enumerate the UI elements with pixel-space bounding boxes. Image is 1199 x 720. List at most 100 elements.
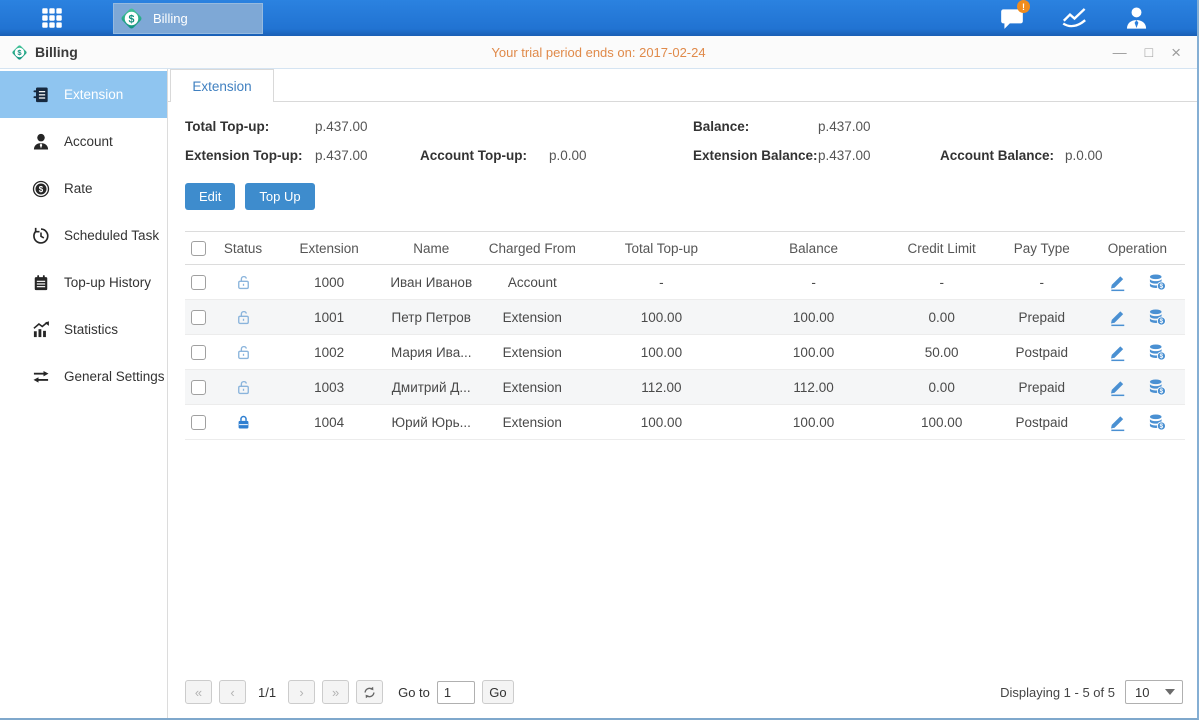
extension-balance-label: Extension Balance:: [693, 148, 818, 163]
status-locked-icon[interactable]: [234, 413, 253, 432]
topup-extension-button[interactable]: [1147, 412, 1167, 432]
status-unlocked-icon[interactable]: [234, 273, 253, 292]
trend-chart-icon: [1061, 5, 1088, 32]
table-header-row: Status Extension Name Charged From Total…: [185, 232, 1185, 265]
table-row[interactable]: 1000 Иван Иванов Account - - - -: [185, 265, 1185, 300]
sidebar-item-rate[interactable]: Rate: [0, 165, 167, 212]
pencil-icon: [1108, 307, 1128, 327]
close-button[interactable]: ×: [1171, 44, 1181, 61]
sidebar-item-general-settings[interactable]: General Settings: [0, 353, 167, 400]
row-checkbox[interactable]: [191, 415, 206, 430]
monitor-button[interactable]: [1059, 4, 1089, 32]
sidebar-item-label: Scheduled Task: [64, 228, 159, 243]
coins-icon: [1147, 272, 1167, 292]
messages-button[interactable]: !: [997, 4, 1027, 32]
page-size-select[interactable]: 10: [1125, 680, 1183, 704]
goto-page-input[interactable]: [437, 681, 475, 704]
cell-charged-from: Account: [479, 265, 585, 300]
refresh-button[interactable]: [356, 680, 383, 704]
prev-page-button[interactable]: ‹: [219, 680, 246, 704]
cell-pay-type: Prepaid: [994, 370, 1090, 405]
edit-extension-button[interactable]: [1108, 412, 1128, 432]
total-topup-value: p.437.00: [315, 119, 420, 134]
topbar-actions: !: [997, 4, 1151, 32]
account-balance-value: p.0.00: [1065, 148, 1185, 163]
topbar-tab-billing[interactable]: Billing: [113, 3, 263, 34]
app-grid-button[interactable]: [38, 4, 66, 32]
cell-credit-limit: 50.00: [890, 335, 994, 370]
table-row[interactable]: 1002 Мария Ива... Extension 100.00 100.0…: [185, 335, 1185, 370]
tab-extension[interactable]: Extension: [170, 69, 274, 102]
topup-history-icon: [31, 273, 51, 293]
extension-topup-label: Extension Top-up:: [185, 148, 315, 163]
sidebar-item-account[interactable]: Account: [0, 118, 167, 165]
account-topup-value: p.0.00: [549, 148, 693, 163]
sidebar-item-statistics[interactable]: Statistics: [0, 306, 167, 353]
maximize-button[interactable]: □: [1145, 45, 1153, 59]
topup-extension-button[interactable]: [1147, 342, 1167, 362]
sidebar-item-label: Top-up History: [64, 275, 151, 290]
row-checkbox[interactable]: [191, 345, 206, 360]
page-indicator: 1/1: [258, 685, 276, 700]
last-page-button[interactable]: »: [322, 680, 349, 704]
next-page-button[interactable]: ›: [288, 680, 315, 704]
cell-total-topup: 100.00: [585, 335, 737, 370]
col-total-topup: Total Top-up: [585, 232, 737, 265]
edit-extension-button[interactable]: [1108, 272, 1128, 292]
row-checkbox[interactable]: [191, 275, 206, 290]
cell-balance: 100.00: [738, 405, 890, 440]
topup-extension-button[interactable]: [1147, 272, 1167, 292]
topup-extension-button[interactable]: [1147, 307, 1167, 327]
action-buttons: Edit Top Up: [185, 183, 1185, 210]
sidebar-item-scheduled-task[interactable]: Scheduled Task: [0, 212, 167, 259]
cell-extension: 1003: [275, 370, 383, 405]
row-checkbox[interactable]: [191, 380, 206, 395]
cell-credit-limit: 100.00: [890, 405, 994, 440]
row-checkbox[interactable]: [191, 310, 206, 325]
coins-icon: [1147, 377, 1167, 397]
balance-summary: Total Top-up: p.437.00 Balance: p.437.00…: [185, 119, 1185, 163]
cell-credit-limit: 0.00: [890, 370, 994, 405]
extension-balance-value: p.437.00: [818, 148, 940, 163]
cell-extension: 1000: [275, 265, 383, 300]
status-unlocked-icon[interactable]: [234, 343, 253, 362]
edit-extension-button[interactable]: [1108, 307, 1128, 327]
statistics-icon: [31, 320, 51, 340]
cell-charged-from: Extension: [479, 335, 585, 370]
edit-extension-button[interactable]: [1108, 342, 1128, 362]
coins-icon: [1147, 342, 1167, 362]
edit-extension-button[interactable]: [1108, 377, 1128, 397]
topup-extension-button[interactable]: [1147, 377, 1167, 397]
cell-pay-type: Prepaid: [994, 300, 1090, 335]
top-up-button[interactable]: Top Up: [245, 183, 314, 210]
table-row[interactable]: 1004 Юрий Юрь... Extension 100.00 100.00…: [185, 405, 1185, 440]
cell-charged-from: Extension: [479, 300, 585, 335]
cell-balance: 100.00: [738, 300, 890, 335]
pencil-icon: [1108, 377, 1128, 397]
cell-total-topup: 100.00: [585, 300, 737, 335]
edit-button[interactable]: Edit: [185, 183, 235, 210]
cell-extension: 1002: [275, 335, 383, 370]
topbar-tab-label: Billing: [153, 11, 188, 26]
table-row[interactable]: 1001 Петр Петров Extension 100.00 100.00…: [185, 300, 1185, 335]
minimize-button[interactable]: —: [1113, 45, 1127, 59]
user-button[interactable]: [1121, 4, 1151, 32]
sidebar-item-label: Account: [64, 134, 113, 149]
col-charged-from: Charged From: [479, 232, 585, 265]
cell-charged-from: Extension: [479, 370, 585, 405]
select-all-checkbox[interactable]: [191, 241, 206, 256]
total-topup-label: Total Top-up:: [185, 119, 315, 134]
sidebar-item-extension[interactable]: Extension: [0, 71, 167, 118]
rate-icon: [31, 179, 51, 199]
account-topup-label: Account Top-up:: [420, 148, 549, 163]
cell-total-topup: 112.00: [585, 370, 737, 405]
first-page-button[interactable]: «: [185, 680, 212, 704]
go-button[interactable]: Go: [482, 680, 514, 704]
col-credit-limit: Credit Limit: [890, 232, 994, 265]
sidebar-item-top-up-history[interactable]: Top-up History: [0, 259, 167, 306]
table-row[interactable]: 1003 Дмитрий Д... Extension 112.00 112.0…: [185, 370, 1185, 405]
cell-extension: 1001: [275, 300, 383, 335]
status-unlocked-icon[interactable]: [234, 378, 253, 397]
status-unlocked-icon[interactable]: [234, 308, 253, 327]
cell-name: Петр Петров: [383, 300, 479, 335]
